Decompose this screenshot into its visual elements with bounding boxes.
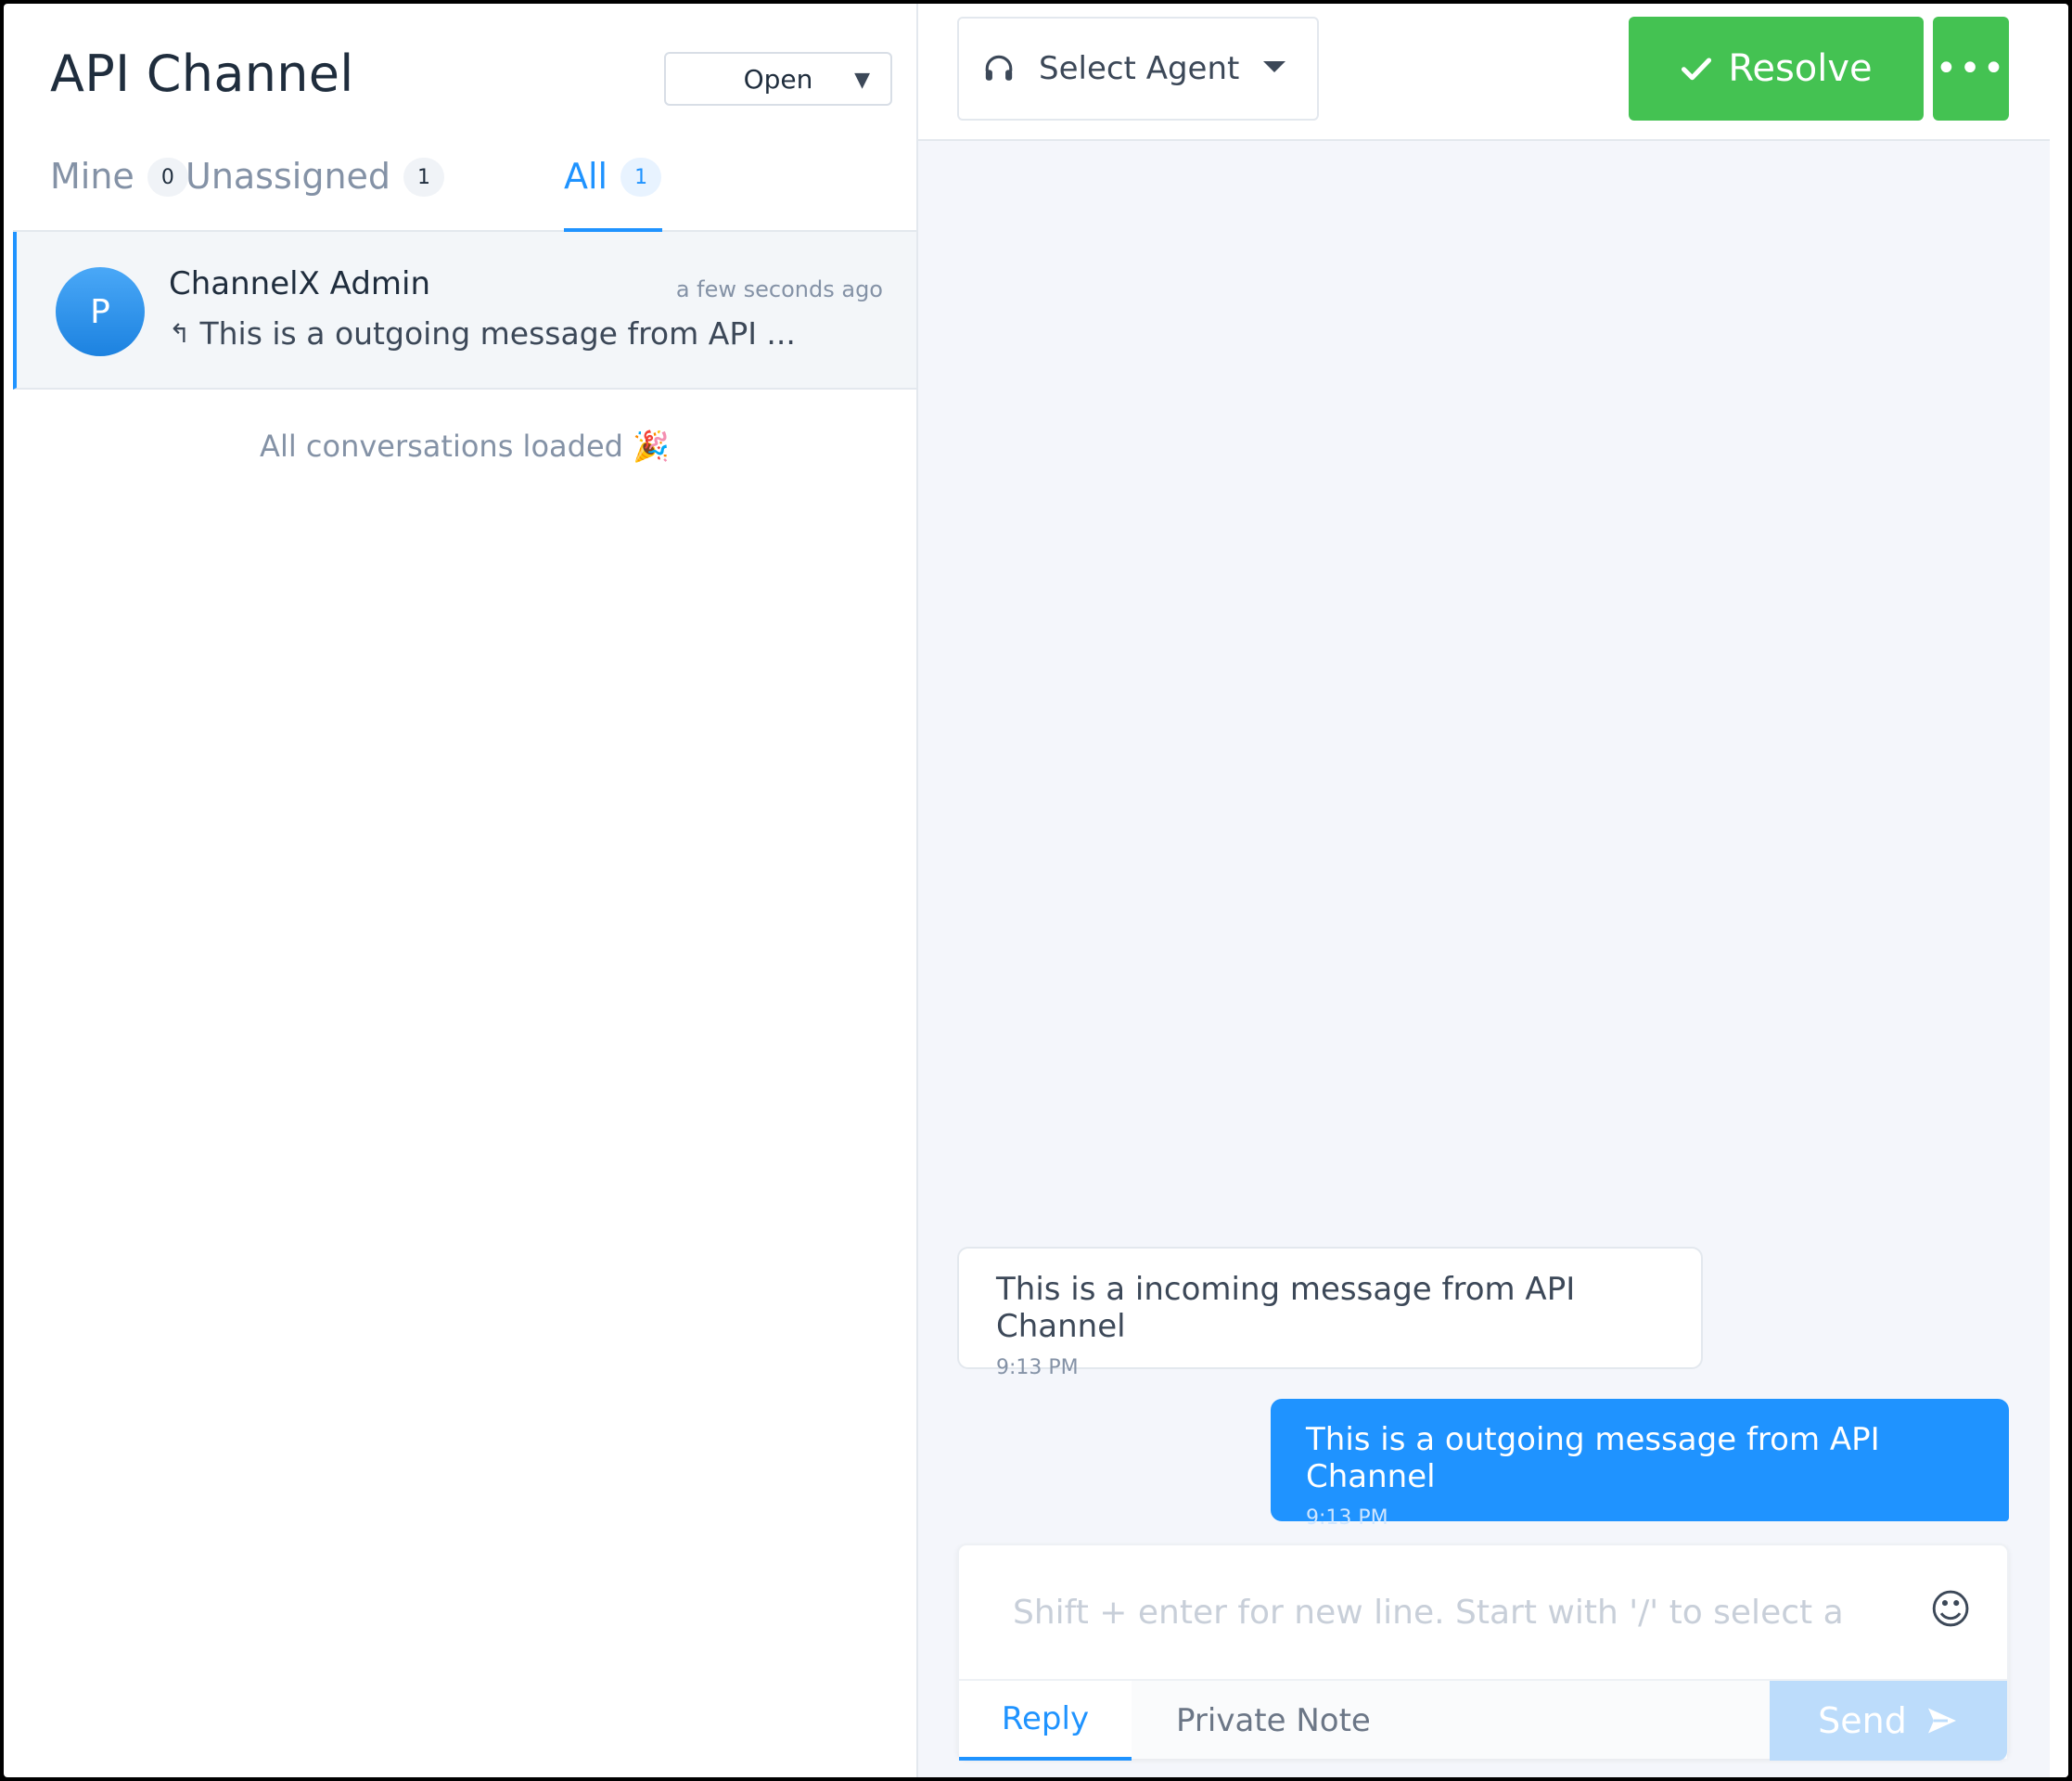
- caret-down-icon: [1263, 61, 1285, 72]
- headset-icon: [985, 55, 1013, 81]
- select-agent-dropdown[interactable]: Select Agent: [957, 17, 1319, 121]
- message-text: This is a outgoing message from API Chan…: [1306, 1421, 1880, 1495]
- conversation-preview-text: This is a outgoing message from API ...: [199, 315, 796, 352]
- status-filter-value: Open: [743, 63, 813, 95]
- tab-all-label: All: [564, 156, 608, 197]
- send-label: Send: [1818, 1700, 1907, 1741]
- conversation-list-panel: API Channel Open ▼ Mine 0 Unassigned 1 A…: [13, 4, 918, 1777]
- tab-all[interactable]: All 1: [564, 156, 662, 232]
- conversation-timestamp: a few seconds ago: [675, 276, 883, 302]
- message-time: 9:13 PM: [996, 1356, 1079, 1379]
- tab-all-count: 1: [620, 158, 662, 197]
- tab-unassigned-label: Unassigned: [185, 156, 391, 197]
- reply-composer: ☺ Reply Private Note Send: [957, 1544, 2009, 1761]
- avatar: P: [56, 267, 145, 356]
- message-input[interactable]: [1013, 1594, 1848, 1632]
- tab-reply[interactable]: Reply: [959, 1681, 1132, 1761]
- composer-tabs: Reply Private Note Send: [959, 1679, 2007, 1761]
- message-text: This is a incoming message from API Chan…: [996, 1271, 1576, 1345]
- send-icon: [1927, 1708, 1956, 1734]
- all-loaded-text: All conversations loaded 🎉: [260, 429, 670, 464]
- resolve-label: Resolve: [1728, 47, 1873, 90]
- reply-arrow-icon: ↰: [169, 318, 191, 349]
- outgoing-message-bubble: This is a outgoing message from API Chan…: [1271, 1399, 2009, 1530]
- message-time: 9:13 PM: [1306, 1506, 1388, 1530]
- incoming-message-bubble: This is a incoming message from API Chan…: [957, 1247, 1703, 1379]
- tab-unassigned-count: 1: [403, 158, 445, 197]
- caret-down-icon: ▼: [854, 69, 870, 92]
- conversation-header: Select Agent Resolve •••: [918, 4, 2050, 141]
- window-edge: [2050, 4, 2068, 1777]
- more-options-button[interactable]: •••: [1933, 17, 2009, 121]
- tab-mine-label: Mine: [50, 156, 134, 197]
- ellipsis-icon: •••: [1935, 47, 2007, 90]
- resolve-button[interactable]: Resolve: [1629, 17, 1924, 121]
- send-button[interactable]: Send: [1770, 1681, 2007, 1761]
- conversation-tabs: Mine 0 Unassigned 1 All 1: [13, 152, 916, 232]
- tab-mine-count: 0: [147, 158, 188, 197]
- tab-unassigned[interactable]: Unassigned 1: [185, 156, 445, 232]
- emoji-icon[interactable]: ☺: [1929, 1586, 1972, 1634]
- select-agent-label: Select Agent: [1039, 50, 1240, 87]
- conversation-item[interactable]: P ChannelX Admin a few seconds ago ↰ Thi…: [13, 232, 916, 390]
- status-filter-select[interactable]: Open ▼: [664, 52, 892, 106]
- conversation-preview: ↰ This is a outgoing message from API ..…: [169, 315, 796, 352]
- conversation-contact-name: ChannelX Admin: [169, 265, 431, 302]
- check-icon: [1682, 58, 1712, 81]
- app-window: API Channel Open ▼ Mine 0 Unassigned 1 A…: [4, 4, 2068, 1777]
- tab-mine[interactable]: Mine 0: [50, 156, 188, 232]
- conversation-panel: Select Agent Resolve ••• This is a incom…: [918, 4, 2050, 1777]
- page-title: API Channel: [50, 45, 354, 103]
- tab-private-note[interactable]: Private Note: [1176, 1681, 1371, 1761]
